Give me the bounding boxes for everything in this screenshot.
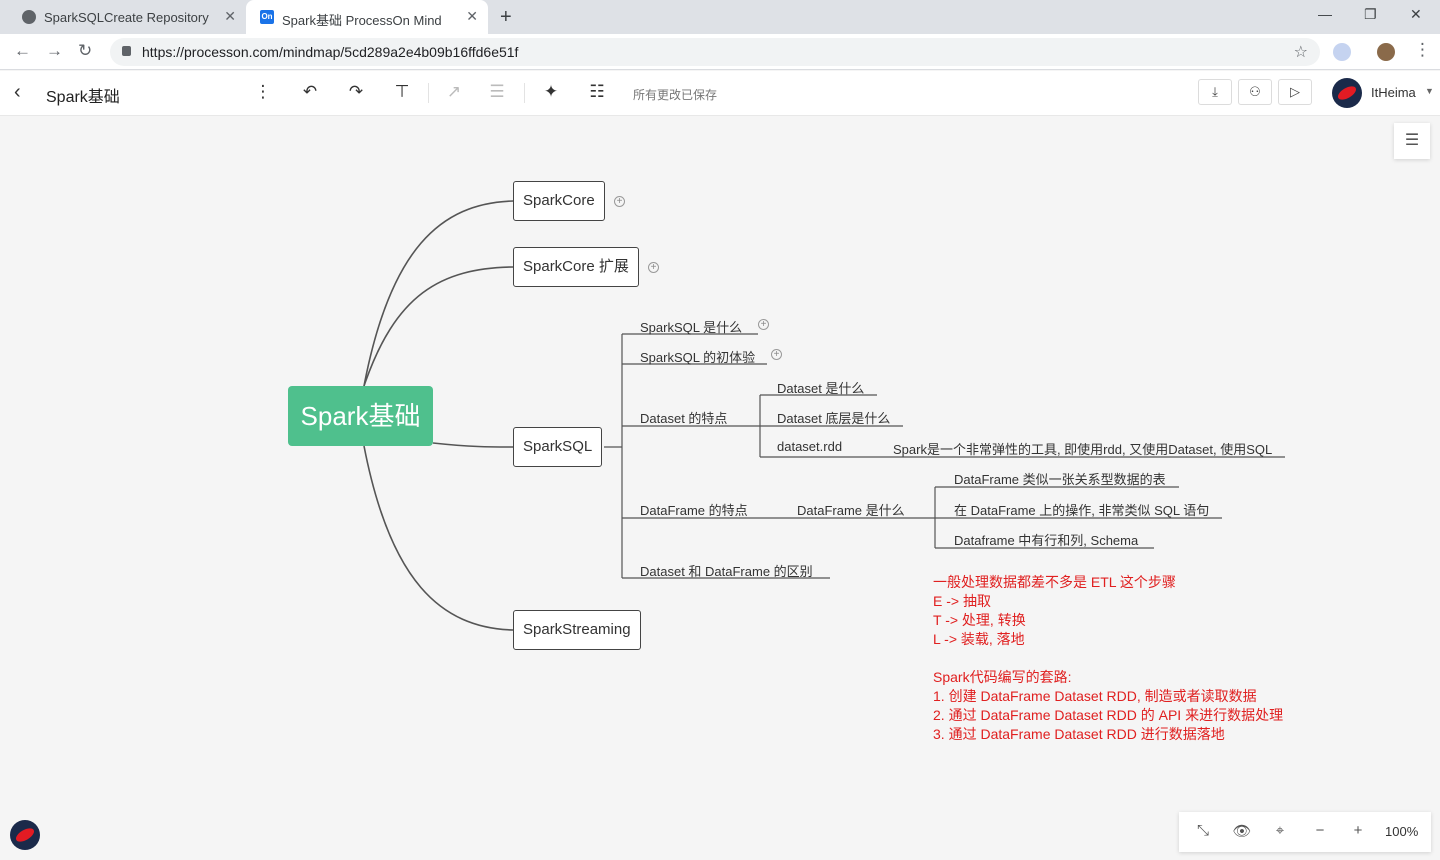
- node-dataset-what[interactable]: Dataset 是什么: [777, 378, 864, 397]
- connector-sparkcore: [363, 200, 514, 387]
- red-note-text[interactable]: 一般处理数据都差不多是 ETL 这个步骤 E -> 抽取 T -> 处理, 转换…: [933, 573, 1283, 744]
- node-sparksql[interactable]: SparkSQL: [513, 427, 603, 467]
- node-dataframe-what[interactable]: DataFrame 是什么: [797, 500, 905, 519]
- app-logo[interactable]: [10, 820, 40, 850]
- connector-sparkcore-ext: [363, 266, 514, 387]
- node-dataframe-features[interactable]: DataFrame 的特点: [640, 500, 748, 519]
- node-dataframe-schema[interactable]: Dataframe 中有行和列, Schema: [954, 530, 1138, 549]
- connector-sparkstreaming: [363, 445, 514, 631]
- zoom-level[interactable]: 100%: [1385, 824, 1418, 839]
- node-dataset-features[interactable]: Dataset 的特点: [640, 408, 727, 427]
- node-dataset-dataframe-diff[interactable]: Dataset 和 DataFrame 的区别: [640, 561, 813, 580]
- zoom-in-icon[interactable]: +: [1347, 822, 1369, 839]
- expand-plus-icon[interactable]: +: [614, 196, 625, 207]
- node-sparkstreaming[interactable]: SparkStreaming: [513, 610, 641, 650]
- node-dataframe-sql[interactable]: 在 DataFrame 上的操作, 非常类似 SQL 语句: [954, 500, 1209, 519]
- location-pin-icon[interactable]: ⌖: [1269, 822, 1291, 839]
- connector-sparksql: [432, 442, 514, 448]
- node-sparkcore[interactable]: SparkCore: [513, 181, 605, 221]
- node-dataset-rdd[interactable]: dataset.rdd: [777, 439, 842, 454]
- expand-plus-icon[interactable]: +: [771, 349, 782, 360]
- zoom-toolbar: ⤡ 👁 ⌖ − + 100%: [1179, 812, 1431, 852]
- node-dataset-bottom[interactable]: Dataset 底层是什么: [777, 408, 890, 427]
- expand-plus-icon[interactable]: +: [758, 319, 769, 330]
- node-sparkcore-ext[interactable]: SparkCore 扩展: [513, 247, 639, 287]
- zoom-out-icon[interactable]: −: [1309, 822, 1331, 839]
- fit-screen-icon[interactable]: ⤡: [1192, 822, 1214, 839]
- node-dataframe-table[interactable]: DataFrame 类似一张关系型数据的表: [954, 469, 1166, 488]
- expand-plus-icon[interactable]: +: [648, 262, 659, 273]
- node-sparksql-first[interactable]: SparkSQL 的初体验: [640, 347, 755, 366]
- node-dataset-rdd-note[interactable]: Spark是一个非常弹性的工具, 即使用rdd, 又使用Dataset, 使用S…: [893, 439, 1272, 458]
- eye-icon[interactable]: 👁: [1231, 822, 1253, 840]
- root-node[interactable]: Spark基础: [288, 386, 433, 446]
- node-sparksql-what[interactable]: SparkSQL 是什么: [640, 317, 742, 336]
